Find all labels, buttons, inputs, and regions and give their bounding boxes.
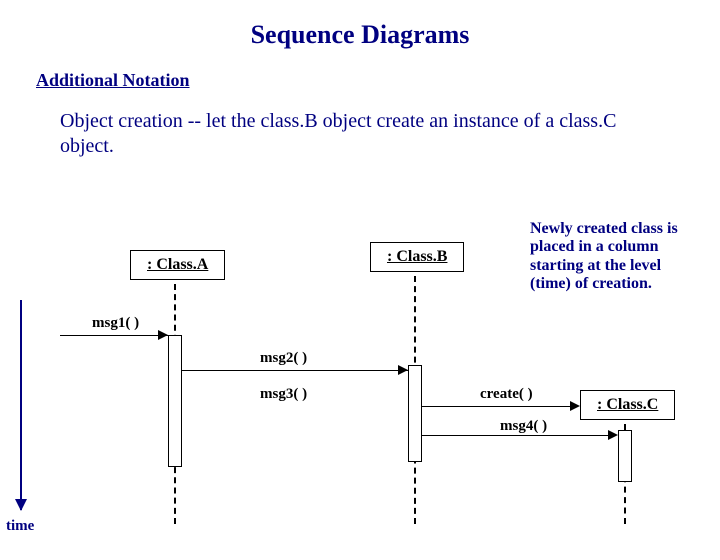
page-title: Sequence Diagrams: [0, 20, 720, 50]
label-msg4: msg4( ): [500, 418, 547, 435]
description: Object creation -- let the class.B objec…: [60, 109, 660, 159]
section-subtitle: Additional Notation: [36, 70, 720, 91]
arrowhead-create: [570, 401, 580, 411]
activation-a: [168, 335, 182, 467]
arrow-msg2: [181, 370, 408, 371]
object-class-b: : Class.B: [370, 242, 464, 272]
arrow-msg1: [60, 335, 168, 336]
label-msg3: msg3( ): [260, 386, 307, 403]
label-msg1: msg1( ): [92, 315, 139, 332]
activation-c: [618, 430, 632, 482]
sequence-diagram: time : Class.A : Class.B : Class.C Newly…: [0, 220, 720, 550]
arrowhead-msg1: [158, 330, 168, 340]
arrowhead-msg2: [398, 365, 408, 375]
time-axis-label: time: [6, 518, 34, 535]
label-msg2: msg2( ): [260, 350, 307, 367]
object-class-c: : Class.C: [580, 390, 675, 420]
creation-note: Newly created class is placed in a colum…: [530, 220, 700, 294]
time-axis-arrow: [20, 300, 22, 510]
label-create: create( ): [480, 386, 533, 403]
activation-b: [408, 365, 422, 462]
arrow-create: [421, 406, 578, 407]
object-class-a: : Class.A: [130, 250, 225, 280]
arrow-msg4: [421, 435, 616, 436]
arrowhead-msg4: [608, 430, 618, 440]
